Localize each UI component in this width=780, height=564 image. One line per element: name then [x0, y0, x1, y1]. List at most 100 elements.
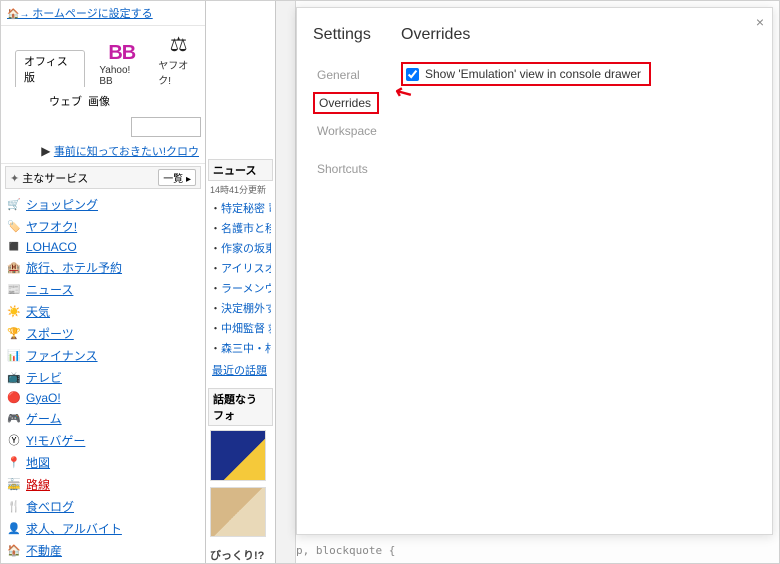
auction-label: ヤフオク!: [158, 57, 199, 87]
service-icon: 🔴: [7, 391, 21, 405]
list-item[interactable]: 📍 地図: [5, 451, 201, 473]
devtools-bg-code: p, blockquote {: [296, 544, 395, 557]
service-link[interactable]: 天気: [26, 303, 50, 320]
service-icon: 🏆: [7, 326, 21, 340]
service-link[interactable]: 地図: [26, 454, 50, 471]
yahoo-bb-logo[interactable]: BB Yahoo! BB: [99, 42, 144, 87]
list-item[interactable]: 📊 ファイナンス: [5, 344, 201, 366]
service-icon: 📰: [7, 282, 21, 296]
list-item[interactable]: 🏠不動産: [5, 539, 201, 561]
list-item[interactable]: ◼️ LOHACO: [5, 237, 201, 256]
news-list: 特定秘密 司名護市と移設作家の坂東さアイリスオーラーメンウォ決定棚外す中畑監督 …: [206, 198, 275, 358]
service-icon: ☀️: [7, 304, 21, 318]
service-link[interactable]: テレビ: [26, 369, 62, 386]
settings-panel: × Settings General Overrides Workspace S…: [296, 7, 773, 535]
close-icon[interactable]: ×: [756, 14, 764, 30]
search-input[interactable]: [131, 117, 201, 137]
service-link[interactable]: 食べログ: [26, 498, 74, 515]
list-item[interactable]: 📰 ニュース: [5, 278, 201, 300]
devtools-gutter: [276, 1, 296, 563]
search-tab-image[interactable]: 画像: [88, 93, 110, 109]
service-link[interactable]: ニュース: [26, 281, 73, 298]
list-item[interactable]: 🎮 ゲーム: [5, 407, 201, 429]
list-item[interactable]: 決定棚外す: [210, 298, 271, 318]
wadai-thumb-2[interactable]: [210, 487, 266, 538]
list-item[interactable]: 📺テレビ: [5, 366, 201, 388]
service-icon: 🏷️: [7, 219, 21, 233]
gavel-icon: ⚖: [170, 32, 188, 57]
settings-nav-shortcuts[interactable]: Shortcuts: [313, 160, 379, 178]
list-item[interactable]: 👤 求人、アルバイト: [5, 517, 201, 539]
service-link[interactable]: Y!モバゲー: [26, 432, 85, 449]
list-item[interactable]: 🏆 スポーツ: [5, 322, 201, 344]
service-icon: ◼️: [7, 240, 21, 254]
search-input-row: [1, 113, 205, 141]
emulation-label: Show 'Emulation' view in console drawer: [425, 67, 641, 81]
news-header: ニュース: [208, 159, 273, 181]
settings-nav-general[interactable]: General: [313, 66, 379, 84]
service-link[interactable]: 旅行、ホテル予約: [26, 259, 122, 276]
service-icon: 🚋: [7, 477, 21, 491]
services-list-button[interactable]: 一覧 ▸: [158, 169, 196, 186]
service-icon: 🎮: [7, 411, 21, 425]
services-header: ✦ 主なサービス 一覧 ▸: [5, 166, 201, 189]
service-icon: 📍: [7, 455, 21, 469]
list-item[interactable]: 作家の坂東さ: [210, 238, 271, 258]
service-link[interactable]: 不動産: [26, 542, 62, 559]
office-tab[interactable]: オフィス版: [15, 50, 85, 87]
list-item[interactable]: 特定秘密 司: [210, 198, 271, 218]
service-icon: 🛒: [7, 197, 21, 211]
wadai-header: 話題なう フォ: [208, 388, 273, 426]
overrides-title: Overrides: [401, 26, 758, 44]
list-item[interactable]: 🏷️ ヤフオク!: [5, 215, 201, 237]
list-item[interactable]: アイリスオー: [210, 258, 271, 278]
service-link[interactable]: ファイナンス: [26, 347, 98, 364]
search-tab-web[interactable]: ウェブ: [49, 93, 82, 109]
list-item[interactable]: 🔴 GyaO!: [5, 388, 201, 407]
news-recent-link[interactable]: 最近の話題: [206, 358, 275, 382]
list-item[interactable]: 🚋 路線: [5, 473, 201, 495]
list-item[interactable]: 森三中・村上: [210, 338, 271, 358]
sublink-row: ▶ 事前に知っておきたい!クロウ: [1, 141, 205, 164]
service-link[interactable]: ショッピング: [26, 196, 98, 213]
bikkuri-header: びっくり!?: [206, 541, 275, 563]
homepage-link[interactable]: ホームページに設定する: [1, 1, 205, 26]
list-item[interactable]: ラーメンウォ: [210, 278, 271, 298]
list-item[interactable]: ⓎY!モバゲー: [5, 429, 201, 451]
list-item[interactable]: ☀️ 天気: [5, 300, 201, 322]
service-icon: 👤: [7, 521, 21, 535]
list-item[interactable]: 🍴 食べログ: [5, 495, 201, 517]
devtools-zone: p, blockquote { × Settings General Overr…: [276, 1, 779, 563]
bb-icon: BB: [108, 42, 135, 65]
service-icon: 📊: [7, 348, 21, 362]
list-item[interactable]: 中畑監督 救: [210, 318, 271, 338]
wadai-thumb-1[interactable]: [210, 430, 266, 481]
yahoo-bb-label: Yahoo! BB: [99, 65, 144, 87]
service-link[interactable]: 路線: [26, 476, 50, 493]
service-link[interactable]: GyaO!: [26, 391, 61, 405]
settings-nav-workspace[interactable]: Workspace: [313, 122, 379, 140]
service-link[interactable]: LOHACO: [26, 240, 77, 254]
search-row: ウェブ 画像: [1, 89, 205, 113]
list-item[interactable]: 🏨 旅行、ホテル予約: [5, 256, 201, 278]
news-timestamp: 14時41分更新: [206, 183, 275, 198]
know-before-link[interactable]: 事前に知っておきたい!クロウ: [54, 146, 199, 158]
yahoo-auction-logo[interactable]: ⚖ ヤフオク!: [158, 32, 199, 87]
service-icon: 🏨: [7, 260, 21, 274]
emulation-option-row: Show 'Emulation' view in console drawer: [401, 62, 651, 86]
list-item[interactable]: 名護市と移設: [210, 218, 271, 238]
service-link[interactable]: ゲーム: [26, 410, 62, 427]
service-link[interactable]: 求人、アルバイト: [26, 520, 122, 537]
service-link[interactable]: スポーツ: [26, 325, 74, 342]
header-logos: オフィス版 BB Yahoo! BB ⚖ ヤフオク!: [1, 26, 205, 89]
emulation-checkbox[interactable]: [406, 68, 419, 81]
services-header-label: 主なサービス: [22, 173, 88, 185]
service-icon: 🍴: [7, 499, 21, 513]
list-item[interactable]: 🛒 ショッピング: [5, 193, 201, 215]
settings-nav-overrides[interactable]: Overrides: [313, 92, 379, 114]
services-list: 🛒 ショッピング 🏷️ ヤフオク! ◼️ LOHACO 🏨 旅行、ホテル予約 📰 ニュース ☀️ 天気…: [1, 191, 205, 563]
service-link[interactable]: ヤフオク!: [26, 218, 77, 235]
yahoo-page-left: ホームページに設定する オフィス版 BB Yahoo! BB ⚖ ヤフオク! ウ…: [1, 1, 206, 563]
settings-main: Overrides Show 'Emulation' view in conso…: [387, 8, 772, 534]
list-item[interactable]: 🚗自動車: [5, 561, 201, 563]
